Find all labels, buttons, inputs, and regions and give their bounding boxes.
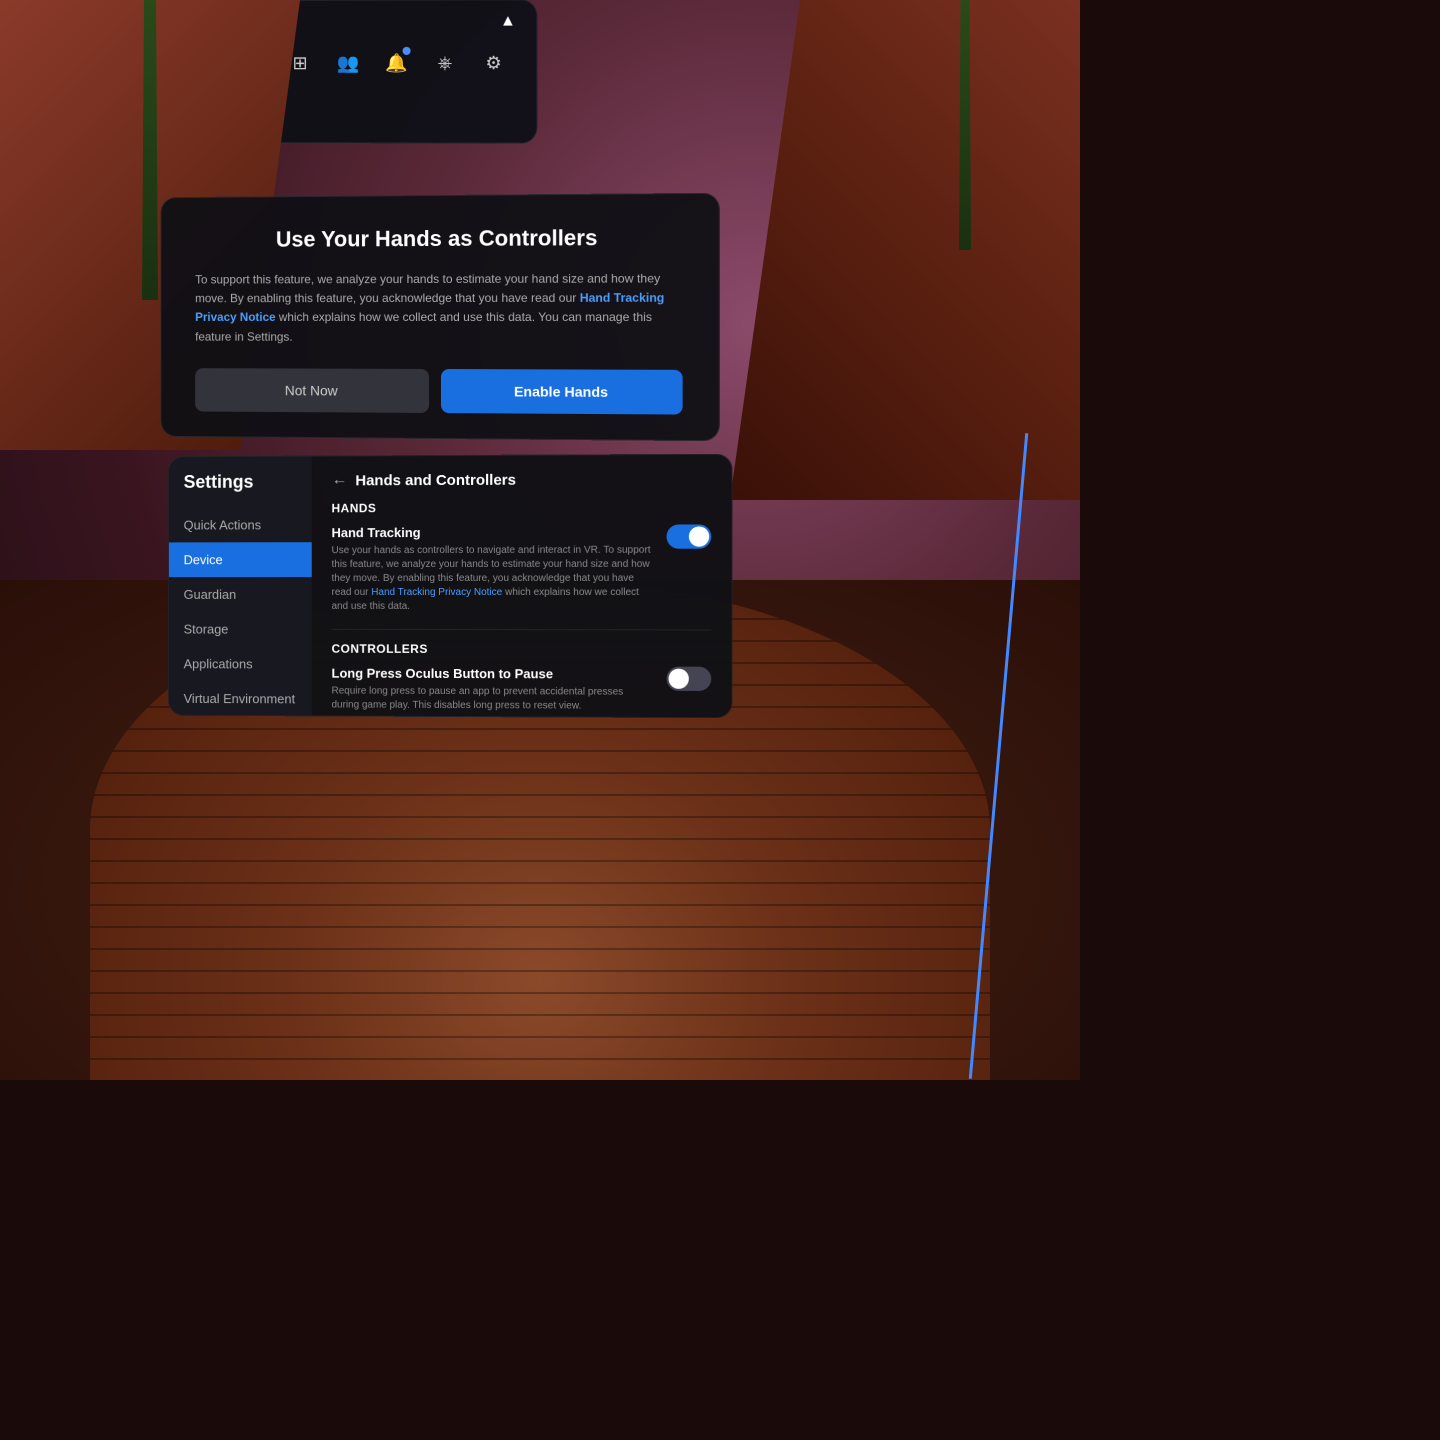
long-press-desc: Require long press to pause an app to pr… xyxy=(332,685,652,714)
bell-icon: 🔔 xyxy=(385,52,408,73)
hand-tracking-dialog: Use Your Hands as Controllers To support… xyxy=(160,193,719,441)
dialog-title: Use Your Hands as Controllers xyxy=(195,225,682,253)
settings-title: Settings xyxy=(169,472,312,508)
sidebar-item-device[interactable]: Device xyxy=(169,542,312,577)
hand-tracking-desc: Use your hands as controllers to navigat… xyxy=(332,544,652,614)
sidebar-item-storage[interactable]: Storage xyxy=(169,612,312,647)
share-icon: ⎈ xyxy=(438,52,453,73)
share-button[interactable]: ⎈ xyxy=(423,41,468,85)
hand-tracking-info: Hand Tracking Use your hands as controll… xyxy=(332,525,667,615)
settings-panel: Settings Quick Actions Device Guardian S… xyxy=(168,454,733,719)
sidebar-item-guardian[interactable]: Guardian xyxy=(169,577,312,612)
taskbar-icons: ⊞ 👥 🔔 ⎈ ⚙ xyxy=(278,41,516,85)
hand-tracking-privacy-link[interactable]: Hand Tracking Privacy Notice xyxy=(371,587,502,598)
sidebar-item-virtual-environment[interactable]: Virtual Environment xyxy=(169,681,312,716)
controllers-section-label: Controllers xyxy=(332,642,712,657)
toggle-knob xyxy=(689,526,709,546)
enable-hands-button[interactable]: Enable Hands xyxy=(441,369,683,415)
dialog-body: To support this feature, we analyze your… xyxy=(195,269,682,347)
people-icon-button[interactable]: 👥 xyxy=(326,41,370,85)
back-arrow-icon[interactable]: ← xyxy=(332,471,348,489)
hand-tracking-toggle[interactable] xyxy=(667,524,712,548)
settings-back-nav: ← Hands and Controllers xyxy=(332,470,712,489)
settings-sidebar: Settings Quick Actions Device Guardian S… xyxy=(169,457,312,716)
toggle-knob-2 xyxy=(669,669,689,689)
long-press-row: Long Press Oculus Button to Pause Requir… xyxy=(332,666,712,714)
hand-tracking-name: Hand Tracking xyxy=(332,525,652,541)
long-press-info: Long Press Oculus Button to Pause Requir… xyxy=(332,666,667,714)
section-divider xyxy=(332,629,712,631)
hands-section-label: Hands xyxy=(332,500,712,515)
long-press-name: Long Press Oculus Button to Pause xyxy=(332,666,652,682)
sidebar-item-applications[interactable]: Applications xyxy=(169,646,312,681)
long-press-toggle[interactable] xyxy=(667,667,712,691)
people-icon: 👥 xyxy=(337,52,360,73)
sidebar-item-quick-actions[interactable]: Quick Actions xyxy=(169,507,312,542)
notification-dot xyxy=(403,47,411,55)
not-now-button[interactable]: Not Now xyxy=(195,368,429,413)
settings-main-content: ← Hands and Controllers Hands Hand Track… xyxy=(312,455,732,718)
dialog-buttons: Not Now Enable Hands xyxy=(195,368,682,414)
taskbar-status-icons: ▲ xyxy=(500,12,516,30)
grid-icon: ⊞ xyxy=(292,52,307,73)
hand-tracking-row: Hand Tracking Use your hands as controll… xyxy=(332,524,712,614)
settings-button[interactable]: ⚙ xyxy=(471,41,516,85)
gear-icon: ⚙ xyxy=(485,52,501,73)
notifications-button[interactable]: 🔔 xyxy=(374,41,418,85)
wifi-icon: ▲ xyxy=(500,12,516,30)
settings-page-title: Hands and Controllers xyxy=(355,471,516,489)
